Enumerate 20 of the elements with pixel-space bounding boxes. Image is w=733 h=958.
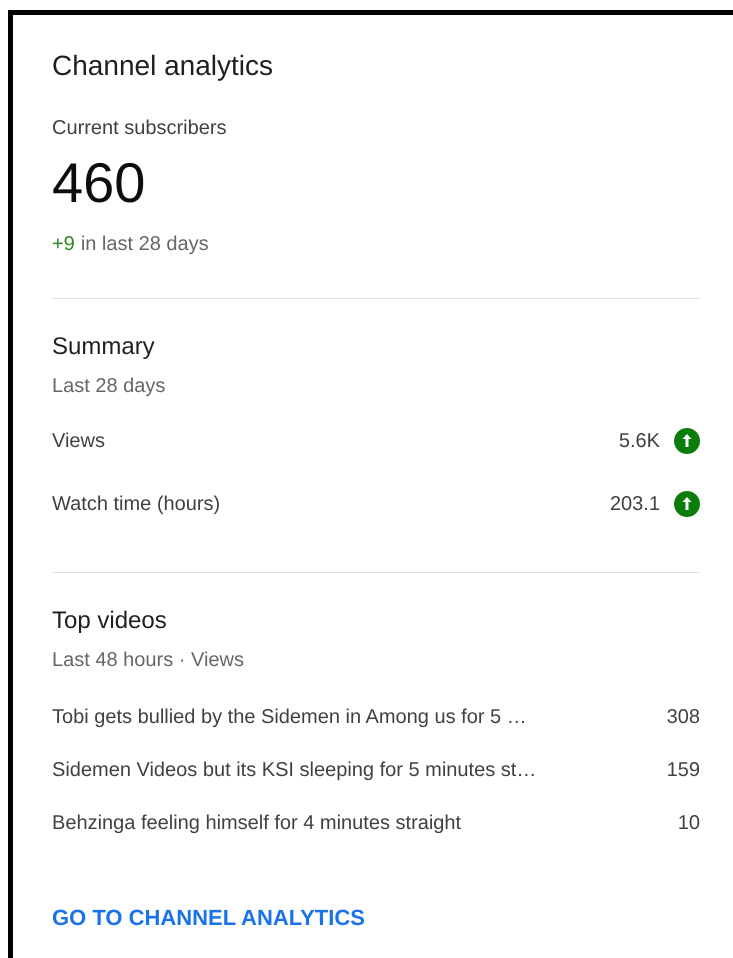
metric-value: 5.6K [618,429,660,453]
subscriber-count: 460 [52,151,146,215]
section-title: Summary [52,332,156,362]
section-period: Last 28 days [52,374,166,398]
section-title: Top videos [52,606,168,636]
subscribers-label: Current subscribers [52,116,228,140]
metric-label: Views [52,429,106,453]
metric-label: Watch time (hours) [52,492,222,516]
video-title[interactable]: Behzinga feeling himself for 4 minutes straight [52,811,666,835]
metric-value: 203.1 [610,492,660,516]
video-views: 308 [666,705,700,729]
card-title: Channel analytics [52,49,274,83]
section-period: Last 48 hours · Views [52,648,245,672]
video-views: 159 [666,758,700,782]
change-period: in last 28 days [80,232,209,256]
subscriber-change: +9 [52,232,75,256]
analytics-link[interactable]: GO TO CHANNEL ANALYTICS [52,906,365,930]
video-title[interactable]: Sidemen Videos but its KSI sleeping for 5 minutes st… [52,758,655,782]
video-views: 10 [678,811,700,835]
video-title[interactable]: Tobi gets bullied by the Sidemen in Among us for 5 … [52,705,655,729]
